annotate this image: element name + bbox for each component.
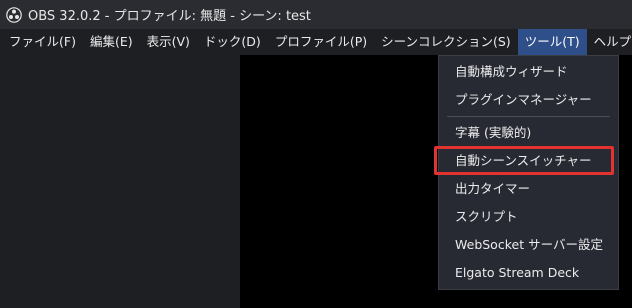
menu-scene-collection[interactable]: シーンコレクション(S) <box>374 29 518 55</box>
menu-separator <box>447 116 610 117</box>
title-bar: OBS 32.0.2 - プロファイル: 無題 - シーン: test <box>0 0 632 29</box>
menu-bar: ファイル(F) 編集(E) 表示(V) ドック(D) プロファイル(P) シーン… <box>0 29 632 55</box>
window-title: OBS 32.0.2 - プロファイル: 無題 - シーン: test <box>28 9 311 24</box>
menu-docks[interactable]: ドック(D) <box>197 29 268 55</box>
menu-profile[interactable]: プロファイル(P) <box>268 29 374 55</box>
menu-file[interactable]: ファイル(F) <box>2 29 83 55</box>
menu-item-captions[interactable]: 字幕 (実験的) <box>439 120 618 146</box>
menu-item-output-timer[interactable]: 出力タイマー <box>439 176 618 202</box>
left-panel <box>0 55 240 308</box>
menu-tools[interactable]: ツール(T) <box>517 29 587 55</box>
menu-item-auto-config-wizard[interactable]: 自動構成ウィザード <box>439 59 618 85</box>
tools-dropdown-menu: 自動構成ウィザード プラグインマネージャー 字幕 (実験的) 自動シーンスイッチ… <box>438 55 619 290</box>
menu-help[interactable]: ヘルプ(H) <box>587 29 632 55</box>
menu-item-plugin-manager[interactable]: プラグインマネージャー <box>439 87 618 113</box>
menu-item-elgato-stream-deck[interactable]: Elgato Stream Deck <box>439 260 618 286</box>
menu-view[interactable]: 表示(V) <box>140 29 197 55</box>
obs-logo-icon <box>6 6 22 23</box>
menu-item-websocket-settings[interactable]: WebSocket サーバー設定 <box>439 232 618 258</box>
menu-item-auto-scene-switcher[interactable]: 自動シーンスイッチャー <box>439 148 618 174</box>
menu-edit[interactable]: 編集(E) <box>83 29 140 55</box>
menu-item-scripts[interactable]: スクリプト <box>439 204 618 230</box>
